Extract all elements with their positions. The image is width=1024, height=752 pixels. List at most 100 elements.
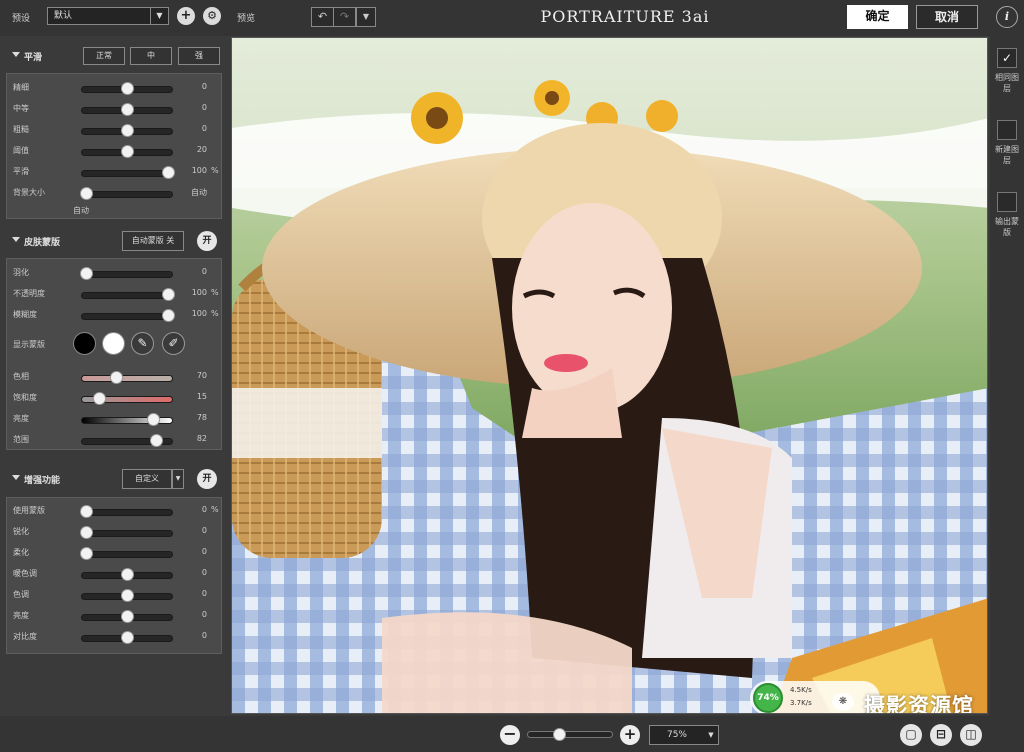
slider-label: 范围 [13, 435, 29, 444]
slider-label: 色相 [13, 372, 29, 381]
same-layer-checkbox[interactable]: ✓ [997, 48, 1017, 68]
slider-value: 78 [196, 413, 207, 422]
chevron-down-icon[interactable]: ▼ [150, 8, 168, 24]
slider-label: 精细 [13, 83, 29, 92]
enhance-select[interactable]: 自定义 [122, 469, 172, 489]
slider-knob[interactable] [150, 434, 164, 447]
slider-unit: % [211, 288, 219, 297]
slider-label: 对比度 [13, 632, 37, 641]
ok-button[interactable]: 确定 [847, 5, 908, 29]
slider-knob[interactable] [121, 124, 134, 137]
smooth-section-header[interactable]: 平滑 正常 中 强 [6, 44, 222, 68]
slider-knob[interactable] [121, 568, 134, 581]
slider-knob[interactable] [79, 526, 93, 539]
slider-knob[interactable] [146, 413, 160, 426]
smooth-strong-button[interactable]: 强 [178, 47, 220, 65]
slider-row: 亮度 0 [7, 606, 223, 626]
slider-knob[interactable] [79, 505, 93, 518]
new-layer-label: 新建图层 [995, 145, 1019, 165]
slider-knob[interactable] [121, 610, 134, 623]
network-speed-widget[interactable]: 74% 4.5K/s 3.7K/s [750, 681, 880, 713]
skin-mask-toggle[interactable]: 开 [197, 231, 217, 251]
slider-track[interactable] [81, 530, 173, 537]
slider-track[interactable] [81, 375, 173, 382]
chevron-down-icon[interactable]: ▼ [704, 726, 718, 744]
split-horizontal-icon[interactable]: ⊟ [930, 724, 952, 746]
slider-label: 中等 [13, 104, 29, 113]
slider-knob[interactable] [121, 103, 134, 116]
slider-value: 0 [201, 610, 207, 619]
slider-track[interactable] [81, 551, 173, 558]
collapse-triangle-icon[interactable] [12, 52, 20, 57]
slider-row: 亮度 78 [7, 409, 223, 429]
slider-knob[interactable] [93, 392, 107, 405]
redo-button[interactable]: ↷ [333, 7, 356, 27]
eyedropper-plus-icon[interactable]: ✐ [162, 332, 185, 355]
smooth-medium-button[interactable]: 中 [130, 47, 172, 65]
slider-knob[interactable] [162, 288, 176, 301]
slider-knob[interactable] [121, 82, 134, 95]
zoom-slider-knob[interactable] [552, 728, 566, 741]
slider-knob[interactable] [121, 631, 134, 644]
skin-mask-section-header[interactable]: 皮肤蒙版 自动蒙版 关 开 [6, 229, 222, 253]
history-dropdown-button[interactable]: ▼ [356, 7, 376, 27]
slider-label: 模糊度 [13, 310, 37, 319]
slider-value: 0 [201, 82, 207, 91]
slider-track[interactable] [81, 292, 173, 299]
zoom-select[interactable]: 75% ▼ [649, 725, 719, 745]
info-icon[interactable]: i [996, 6, 1018, 28]
eyedropper-icon[interactable]: ✎ [131, 332, 154, 355]
slider-track[interactable] [81, 271, 173, 278]
enhance-panel: 使用蒙版 0% 锐化 0 柔化 0 暖色调 0 色调 0 亮度 0 对比度 0 [6, 497, 222, 654]
slider-track[interactable] [81, 509, 173, 516]
slider-row: 精细 0 [7, 78, 223, 98]
watermark-text: 摄影资源馆 [864, 694, 974, 714]
slider-value: 0 [201, 631, 207, 640]
slider-row: 饱和度 15 [7, 388, 223, 408]
slider-value: 0 [201, 526, 207, 535]
slider-knob[interactable] [79, 547, 93, 560]
slider-row: 羽化 0 [7, 263, 223, 283]
slider-label: 饱和度 [13, 393, 37, 402]
slider-track[interactable] [81, 191, 173, 198]
preset-select[interactable]: 默认 ▼ [47, 7, 169, 25]
single-view-icon[interactable]: ▢ [900, 724, 922, 746]
enhance-section-header[interactable]: 增强功能 自定义 ▼ 开 [6, 467, 222, 491]
split-vertical-icon[interactable]: ◫ [960, 724, 982, 746]
cancel-button[interactable]: 取消 [916, 5, 978, 29]
slider-knob[interactable] [121, 589, 134, 602]
white-swatch[interactable] [102, 332, 125, 355]
slider-row: 平滑 100% [7, 162, 223, 182]
preset-label: 预设 [12, 14, 31, 24]
slider-unit: % [211, 166, 219, 175]
slider-value: 15 [196, 392, 207, 401]
output-mask-checkbox[interactable] [997, 192, 1017, 212]
zoom-in-button[interactable]: + [620, 725, 640, 745]
slider-knob[interactable] [109, 371, 123, 384]
slider-label: 阈值 [13, 146, 29, 155]
slider-knob[interactable] [162, 166, 176, 179]
slider-knob[interactable] [79, 267, 93, 280]
zoom-slider-track[interactable] [527, 731, 613, 738]
slider-knob[interactable] [162, 309, 176, 322]
gear-icon[interactable]: ⚙ [203, 7, 221, 25]
add-preset-button[interactable]: + [177, 7, 195, 25]
slider-knob[interactable] [79, 187, 93, 200]
slider-label: 柔化 [13, 548, 29, 557]
skin-mask-panel: 显示蒙版 ✎ ✐ 羽化 0 不透明度 100% 模糊度 100% 色相 70 饱和度 15 亮度 78… [6, 258, 222, 450]
collapse-triangle-icon[interactable] [12, 237, 20, 242]
black-swatch[interactable] [73, 332, 96, 355]
auto-mask-button[interactable]: 自动蒙版 关 [122, 231, 184, 251]
new-layer-checkbox[interactable] [997, 120, 1017, 140]
smooth-normal-button[interactable]: 正常 [83, 47, 125, 65]
zoom-out-button[interactable]: − [500, 725, 520, 745]
chevron-down-icon[interactable]: ▼ [172, 469, 184, 489]
slider-row: 不透明度 100% [7, 284, 223, 304]
slider-knob[interactable] [121, 145, 134, 158]
undo-button[interactable]: ↶ [311, 7, 334, 27]
collapse-triangle-icon[interactable] [12, 475, 20, 480]
slider-track[interactable] [81, 170, 173, 177]
enhance-toggle[interactable]: 开 [197, 469, 217, 489]
preview-image[interactable]: 74% 4.5K/s 3.7K/s ❋ 摄影资源馆 [231, 37, 988, 714]
slider-track[interactable] [81, 313, 173, 320]
